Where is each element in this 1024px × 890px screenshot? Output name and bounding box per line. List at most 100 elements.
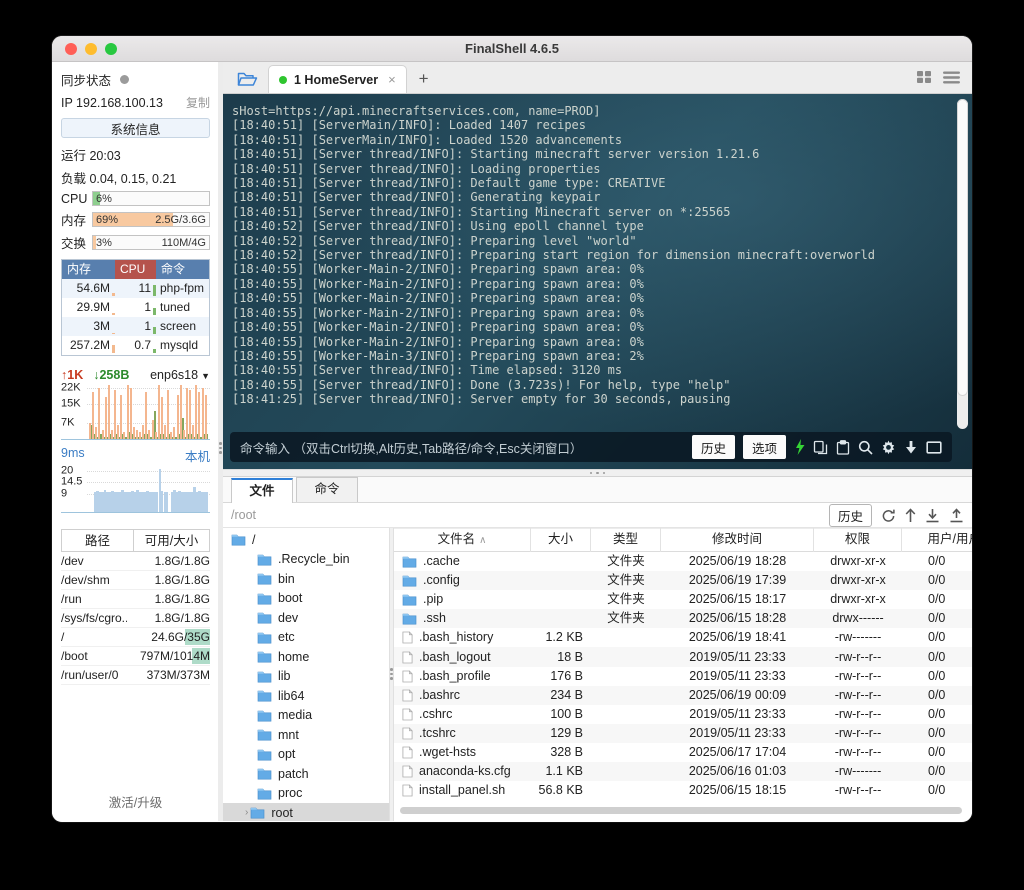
tree-item-opt[interactable]: opt: [223, 745, 389, 765]
file-row[interactable]: .bash_logout 18 B 2019/05/11 23:33 -rw-r--r…: [394, 647, 972, 667]
column-header-4[interactable]: 权限: [814, 528, 902, 552]
search-icon[interactable]: [858, 440, 873, 455]
tree-item-mnt[interactable]: mnt: [223, 725, 389, 745]
file-row[interactable]: .bashrc 234 B 2025/06/19 00:09 -rw-r--r-- 0/…: [394, 685, 972, 705]
title-bar[interactable]: FinalShell 4.6.5: [52, 36, 972, 62]
file-row[interactable]: .wget-hsts 328 B 2025/06/17 17:04 -rw-r--r-…: [394, 743, 972, 762]
file-owner-cell: 0/0: [928, 573, 946, 588]
tab-commands[interactable]: 命令: [296, 477, 358, 502]
process-table-header[interactable]: 内存 CPU 命令: [62, 260, 209, 279]
file-row[interactable]: .tcshrc 129 B 2019/05/11 23:33 -rw-r--r-- 0/…: [394, 723, 972, 743]
window-icon[interactable]: [926, 440, 942, 454]
process-row[interactable]: 257.2M 0.7 mysqld: [62, 336, 209, 355]
terminal-area[interactable]: sHost=https://api.minecraftservices.com,…: [223, 94, 972, 469]
process-header-command[interactable]: 命令: [156, 260, 209, 279]
process-row[interactable]: 3M 1 screen: [62, 317, 209, 336]
file-row[interactable]: .config 文件夹 2025/06/19 17:39 drwxr-xr-x 0/0: [394, 571, 972, 591]
up-directory-icon[interactable]: [905, 507, 916, 523]
new-tab-button[interactable]: +: [419, 69, 429, 89]
file-name: .bash_logout: [419, 649, 491, 664]
process-header-cpu[interactable]: CPU: [115, 260, 156, 279]
tree-item-root[interactable]: › root: [223, 803, 389, 821]
meter-percent: 69%: [96, 214, 119, 226]
tree-item-boot[interactable]: boot: [223, 589, 389, 609]
upload-bar: [160, 396, 163, 439]
file-mtime-cell: 2025/06/15 18:17: [688, 592, 787, 607]
tree-item-home[interactable]: home: [223, 647, 389, 667]
copy-ip-link[interactable]: 复制: [186, 94, 210, 111]
file-row[interactable]: install_panel.sh 56.8 KB 2025/06/15 18:15 -…: [394, 781, 972, 800]
disk-row[interactable]: /boot 797M/1014M: [61, 647, 210, 666]
terminal-scrollbar[interactable]: [957, 99, 968, 429]
minimize-window-button[interactable]: [85, 43, 97, 55]
meter-value: 110M/4G: [161, 237, 206, 249]
file-table-horizontal-scrollbar[interactable]: [400, 807, 962, 814]
column-header-1[interactable]: 大小: [531, 528, 591, 552]
layout-grid-icon[interactable]: [916, 70, 932, 84]
tab-close-icon[interactable]: ×: [388, 72, 396, 87]
disk-row[interactable]: /sys/fs/cgro... 1.8G/1.8G: [61, 609, 210, 628]
copy-icon[interactable]: [813, 440, 828, 455]
disk-row[interactable]: /run/user/0 373M/373M: [61, 666, 210, 685]
menu-icon[interactable]: [943, 71, 960, 84]
terminal-scrollbar-thumb[interactable]: [957, 99, 968, 396]
file-row[interactable]: anaconda-ks.cfg 1.1 KB 2025/06/16 01:03 -rw…: [394, 762, 972, 782]
tree-item-.recycle_bin[interactable]: .Recycle_bin: [223, 550, 389, 570]
zoom-window-button[interactable]: [105, 43, 117, 55]
file-row[interactable]: .cshrc 100 B 2019/05/11 23:33 -rw-r--r-- 0/0: [394, 705, 972, 724]
tree-item-patch[interactable]: patch: [223, 764, 389, 784]
path-history-button[interactable]: 历史: [828, 503, 872, 527]
file-row[interactable]: .bash_history 1.2 KB 2025/06/19 18:41 -rw--…: [394, 628, 972, 647]
interface-selector[interactable]: enp6s18 ▼: [150, 368, 210, 382]
process-header-memory[interactable]: 内存: [62, 260, 115, 279]
process-row[interactable]: 54.6M 11 php-fpm: [62, 279, 209, 298]
activate-upgrade-link[interactable]: 激活/升级: [61, 786, 210, 815]
lightning-icon[interactable]: [794, 439, 805, 455]
disk-row[interactable]: / 24.6G/35G: [61, 628, 210, 647]
tree-item-media[interactable]: media: [223, 706, 389, 726]
session-tab-homeserver[interactable]: 1 HomeServer ×: [268, 65, 407, 93]
upload-file-icon[interactable]: [949, 507, 964, 523]
disk-row[interactable]: /dev/shm 1.8G/1.8G: [61, 571, 210, 590]
ping-target-link[interactable]: 本机: [185, 446, 210, 465]
column-header-0[interactable]: 文件名 ∧: [394, 528, 531, 552]
tab-files[interactable]: 文件: [231, 478, 293, 503]
process-row[interactable]: 29.9M 1 tuned: [62, 298, 209, 317]
tree-item-etc[interactable]: etc: [223, 628, 389, 648]
tree-item-dev[interactable]: dev: [223, 608, 389, 628]
disk-header-path[interactable]: 路径: [62, 530, 134, 551]
upload-bar: [120, 394, 123, 439]
tree-item-root[interactable]: /: [223, 530, 389, 550]
close-window-button[interactable]: [65, 43, 77, 55]
disk-row[interactable]: /dev 1.8G/1.8G: [61, 552, 210, 571]
file-row[interactable]: .ssh 文件夹 2025/06/15 18:28 drwx------ 0/0: [394, 609, 972, 629]
tree-item-lib[interactable]: lib: [223, 667, 389, 687]
disk-table-header[interactable]: 路径 可用/大小: [61, 529, 210, 552]
file-row[interactable]: .pip 文件夹 2025/06/15 18:17 drwxr-xr-x 0/0: [394, 590, 972, 609]
command-options-button[interactable]: 选项: [742, 435, 786, 459]
command-history-button[interactable]: 历史: [691, 435, 735, 459]
paste-icon[interactable]: [836, 439, 850, 455]
tree-item-proc[interactable]: proc: [223, 784, 389, 804]
expand-chevron-icon[interactable]: ›: [245, 807, 248, 818]
upload-bar: [204, 394, 207, 439]
terminal-file-splitter[interactable]: [223, 469, 972, 477]
open-connection-folder-icon[interactable]: [237, 71, 258, 88]
column-header-3[interactable]: 修改时间: [661, 528, 814, 552]
tree-item-label: patch: [278, 766, 309, 781]
refresh-icon[interactable]: [881, 508, 896, 523]
command-input[interactable]: 命令输入 （双击Ctrl切换,Alt历史,Tab路径/命令,Esc关闭窗口）: [240, 438, 582, 457]
download-icon[interactable]: [904, 440, 918, 455]
file-row[interactable]: .cache 文件夹 2025/06/19 18:28 drwxr-xr-x 0/0: [394, 552, 972, 571]
disk-row[interactable]: /run 1.8G/1.8G: [61, 590, 210, 609]
tree-item-lib64[interactable]: lib64: [223, 686, 389, 706]
tree-item-bin[interactable]: bin: [223, 569, 389, 589]
column-header-5[interactable]: 用户/用户组: [902, 528, 973, 552]
download-file-icon[interactable]: [925, 508, 940, 523]
disk-header-size[interactable]: 可用/大小: [134, 530, 209, 551]
path-input[interactable]: [231, 508, 829, 522]
file-row[interactable]: .bash_profile 176 B 2019/05/11 23:33 -rw-r-…: [394, 667, 972, 686]
column-header-2[interactable]: 类型: [591, 528, 661, 552]
gear-icon[interactable]: [881, 440, 896, 455]
system-info-button[interactable]: 系统信息: [61, 118, 210, 138]
